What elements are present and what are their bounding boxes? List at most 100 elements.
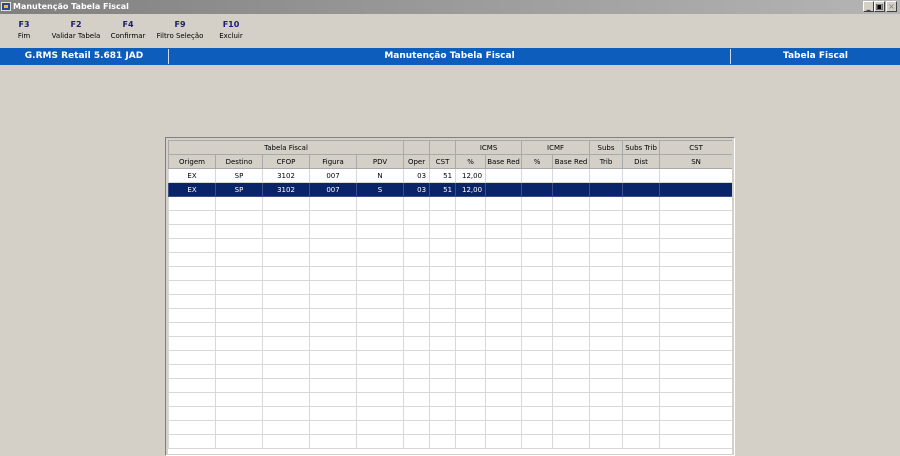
empty-cell[interactable]: [622, 238, 661, 253]
empty-cell[interactable]: [429, 224, 457, 239]
validar-tabela-button[interactable]: F2 Validar Tabela: [50, 20, 102, 42]
empty-cell[interactable]: [215, 392, 263, 407]
empty-cell[interactable]: [262, 224, 310, 239]
empty-cell[interactable]: [429, 238, 457, 253]
empty-cell[interactable]: [552, 392, 591, 407]
column-header-cst[interactable]: CST: [429, 154, 457, 169]
empty-cell[interactable]: [262, 322, 310, 337]
empty-cell[interactable]: [455, 224, 487, 239]
empty-cell[interactable]: [309, 252, 357, 267]
empty-cell[interactable]: [309, 434, 357, 449]
empty-cell[interactable]: [429, 294, 457, 309]
empty-cell[interactable]: [521, 336, 554, 351]
empty-cell[interactable]: [215, 308, 263, 323]
empty-cell[interactable]: [215, 294, 263, 309]
empty-cell[interactable]: [168, 280, 216, 295]
cell-cst[interactable]: 51: [429, 182, 457, 197]
empty-cell[interactable]: [262, 434, 310, 449]
empty-cell[interactable]: [521, 210, 554, 225]
maximize-button[interactable]: ▣: [874, 1, 885, 12]
empty-cell[interactable]: [659, 420, 732, 435]
empty-cell[interactable]: [215, 364, 263, 379]
empty-cell[interactable]: [455, 280, 487, 295]
empty-cell[interactable]: [455, 308, 487, 323]
empty-cell[interactable]: [659, 266, 732, 281]
cell-cfop[interactable]: 3102: [262, 182, 310, 197]
empty-cell[interactable]: [309, 392, 357, 407]
empty-row[interactable]: [168, 420, 732, 435]
empty-cell[interactable]: [429, 434, 457, 449]
empty-row[interactable]: [168, 364, 732, 379]
empty-cell[interactable]: [521, 308, 554, 323]
empty-cell[interactable]: [355, 406, 405, 421]
empty-cell[interactable]: [552, 364, 591, 379]
empty-cell[interactable]: [485, 266, 523, 281]
empty-cell[interactable]: [262, 280, 310, 295]
empty-cell[interactable]: [455, 406, 487, 421]
empty-cell[interactable]: [403, 434, 431, 449]
column-header-cfop[interactable]: CFOP: [262, 154, 310, 169]
empty-cell[interactable]: [622, 364, 661, 379]
empty-cell[interactable]: [552, 420, 591, 435]
empty-cell[interactable]: [403, 420, 431, 435]
empty-cell[interactable]: [589, 224, 624, 239]
empty-cell[interactable]: [552, 434, 591, 449]
empty-cell[interactable]: [309, 378, 357, 393]
cell-destino[interactable]: SP: [215, 168, 263, 183]
empty-row[interactable]: [168, 266, 732, 281]
table-row-selected[interactable]: EX SP 3102 007 S 03 51 12,00: [168, 182, 732, 197]
empty-cell[interactable]: [403, 210, 431, 225]
empty-cell[interactable]: [215, 322, 263, 337]
empty-cell[interactable]: [455, 364, 487, 379]
empty-cell[interactable]: [659, 322, 732, 337]
empty-cell[interactable]: [168, 308, 216, 323]
empty-cell[interactable]: [355, 266, 405, 281]
empty-cell[interactable]: [355, 238, 405, 253]
empty-cell[interactable]: [215, 336, 263, 351]
empty-cell[interactable]: [622, 210, 661, 225]
empty-cell[interactable]: [355, 350, 405, 365]
empty-cell[interactable]: [622, 350, 661, 365]
empty-cell[interactable]: [403, 266, 431, 281]
empty-cell[interactable]: [355, 280, 405, 295]
empty-cell[interactable]: [485, 308, 523, 323]
empty-cell[interactable]: [168, 434, 216, 449]
empty-row[interactable]: [168, 378, 732, 393]
empty-row[interactable]: [168, 252, 732, 267]
cell-subs-trib-dist[interactable]: [622, 168, 661, 183]
empty-cell[interactable]: [429, 350, 457, 365]
empty-cell[interactable]: [521, 406, 554, 421]
empty-cell[interactable]: [262, 336, 310, 351]
empty-cell[interactable]: [659, 350, 732, 365]
empty-cell[interactable]: [262, 350, 310, 365]
empty-cell[interactable]: [521, 266, 554, 281]
empty-cell[interactable]: [552, 336, 591, 351]
empty-row[interactable]: [168, 238, 732, 253]
empty-cell[interactable]: [309, 238, 357, 253]
empty-cell[interactable]: [403, 406, 431, 421]
cell-oper[interactable]: 03: [403, 168, 431, 183]
empty-cell[interactable]: [309, 406, 357, 421]
empty-cell[interactable]: [168, 406, 216, 421]
empty-cell[interactable]: [589, 308, 624, 323]
empty-cell[interactable]: [521, 252, 554, 267]
cell-oper[interactable]: 03: [403, 182, 431, 197]
empty-cell[interactable]: [262, 392, 310, 407]
empty-cell[interactable]: [455, 238, 487, 253]
empty-cell[interactable]: [403, 252, 431, 267]
column-header-icmf-base-red[interactable]: Base Red: [552, 154, 591, 169]
empty-cell[interactable]: [429, 196, 457, 211]
empty-cell[interactable]: [403, 224, 431, 239]
empty-cell[interactable]: [659, 280, 732, 295]
empty-cell[interactable]: [215, 378, 263, 393]
cell-cst[interactable]: 51: [429, 168, 457, 183]
empty-cell[interactable]: [521, 364, 554, 379]
empty-cell[interactable]: [622, 322, 661, 337]
empty-cell[interactable]: [589, 252, 624, 267]
empty-cell[interactable]: [589, 322, 624, 337]
empty-cell[interactable]: [309, 336, 357, 351]
empty-cell[interactable]: [355, 308, 405, 323]
empty-cell[interactable]: [659, 308, 732, 323]
empty-cell[interactable]: [429, 252, 457, 267]
empty-cell[interactable]: [622, 224, 661, 239]
